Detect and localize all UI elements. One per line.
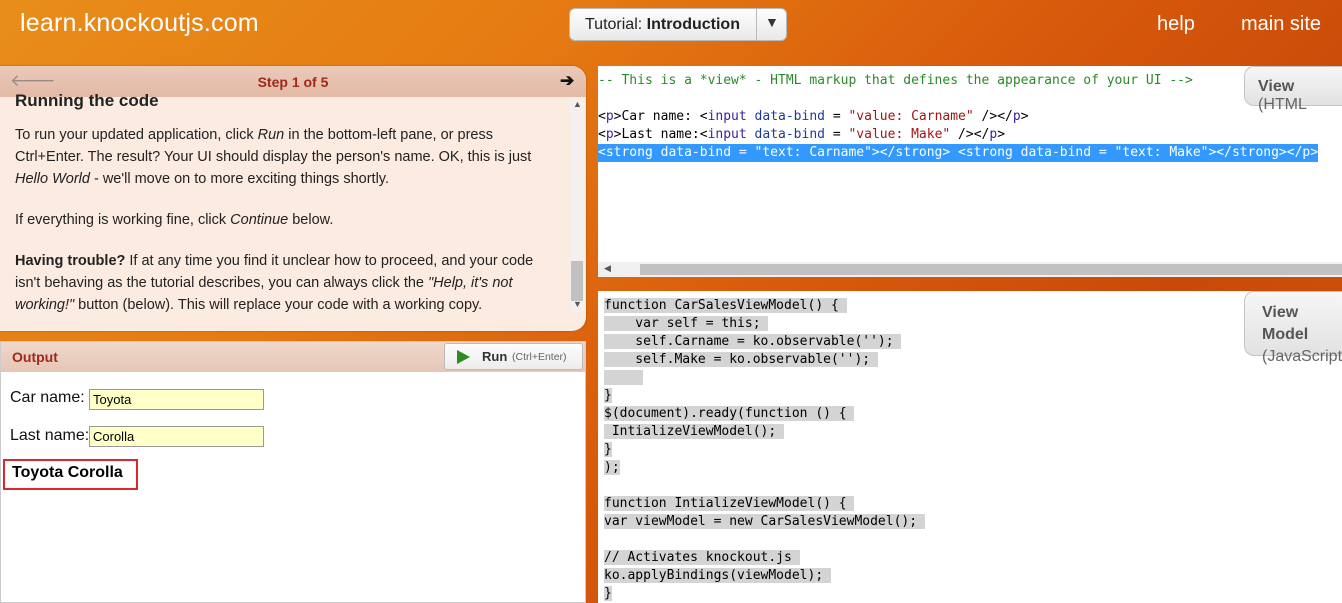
code-line: ); [604, 460, 620, 475]
code-line: // Activates knockout.js [604, 550, 800, 565]
tutorial-selector[interactable]: Tutorial: Introduction ▼ [569, 8, 787, 41]
play-icon [457, 350, 470, 364]
code-line [604, 369, 925, 387]
dropdown-arrow-icon[interactable]: ▼ [765, 14, 779, 30]
scroll-thumb[interactable] [571, 261, 583, 301]
js-viewmodel-editor[interactable]: function CarSalesViewModel() { var self … [598, 291, 1342, 603]
site-logo[interactable]: learn.knockoutjs.com [20, 9, 259, 38]
view-tab[interactable]: View (HTML [1244, 66, 1342, 113]
code-line: self.Carname = ko.observable(''); [604, 334, 902, 349]
car-name-label: Car name: [10, 389, 85, 406]
code-comment: -- This is a *view* - HTML markup that d… [598, 73, 1193, 88]
viewmodel-tab[interactable]: View Model (JavaScript [1244, 291, 1342, 365]
tutorial-prefix: Tutorial: [585, 16, 643, 33]
view-tab-subtitle: (HTML [1258, 96, 1307, 113]
scroll-left-icon[interactable]: ◀ [604, 263, 611, 274]
code-line: } [604, 388, 612, 403]
scroll-down-icon[interactable]: ▼ [573, 299, 582, 309]
instructions-scrollbar[interactable]: ▲ ▼ [570, 99, 584, 313]
step-indicator: Step 1 of 5 [257, 74, 329, 90]
hscroll-thumb[interactable] [640, 264, 1342, 275]
view-tab-title: View [1258, 78, 1295, 95]
top-bar: learn.knockoutjs.com Tutorial: Introduct… [0, 0, 1342, 58]
scroll-up-icon[interactable]: ▲ [573, 99, 582, 109]
run-button[interactable]: Run (Ctrl+Enter) [444, 343, 583, 370]
code-line: function CarSalesViewModel() { [604, 298, 847, 313]
tutorial-name: Introduction [646, 16, 740, 33]
js-code[interactable]: function CarSalesViewModel() { var self … [604, 297, 925, 603]
output-header: Output Run (Ctrl+Enter) [1, 342, 585, 372]
run-label: Run [482, 349, 508, 364]
code-line: IntializeViewModel(); [604, 424, 785, 439]
output-title: Output [12, 349, 58, 365]
instructions-panel: 🡐 Step 1 of 5 ➔ Running the code To run … [0, 66, 586, 331]
code-line: <p>Last name:<input data-bind = "value: … [598, 127, 1006, 142]
help-link[interactable]: help [1157, 13, 1195, 36]
html-editor-hscrollbar[interactable]: ◀ [598, 262, 1342, 277]
code-line: } [604, 586, 612, 601]
full-name-result: Toyota Corolla [3, 459, 138, 490]
code-line: self.Make = ko.observable(''); [604, 352, 878, 367]
selected-code-line: <strong data-bind = "text: Carname"></st… [598, 144, 1319, 162]
code-line: function IntializeViewModel() { [604, 496, 855, 511]
output-panel: Output Run (Ctrl+Enter) Car name: Last n… [0, 341, 586, 603]
next-step-arrow-icon[interactable]: ➔ [560, 71, 574, 91]
code-line: <p>Car name: <input data-bind = "value: … [598, 109, 1029, 124]
selector-divider [756, 9, 757, 40]
instructions-paragraph: To run your updated application, click R… [15, 127, 532, 187]
html-code[interactable]: -- This is a *view* - HTML markup that d… [598, 72, 1319, 162]
code-line: var self = this; [604, 316, 769, 331]
last-name-input[interactable] [89, 426, 264, 447]
instructions-paragraph: If everything is working fine, click Con… [15, 212, 334, 228]
run-shortcut: (Ctrl+Enter) [512, 351, 567, 363]
html-view-editor[interactable]: -- This is a *view* - HTML markup that d… [598, 66, 1342, 277]
viewmodel-tab-subtitle: (JavaScript [1262, 348, 1342, 365]
main-site-link[interactable]: main site [1241, 13, 1321, 36]
viewmodel-tab-title: View Model [1262, 304, 1309, 343]
car-name-input[interactable] [89, 389, 264, 410]
last-name-label: Last name: [10, 427, 90, 444]
instructions-body: Running the code To run your updated app… [15, 90, 555, 315]
code-line: var viewModel = new CarSalesViewModel(); [604, 514, 925, 529]
code-line: } [604, 442, 612, 457]
code-line: $(document).ready(function () { [604, 406, 855, 421]
instructions-heading: Running the code [15, 91, 159, 110]
code-line: ko.applyBindings(viewModel); [604, 568, 831, 583]
instructions-paragraph: Having trouble? If at any time you find … [15, 253, 534, 313]
